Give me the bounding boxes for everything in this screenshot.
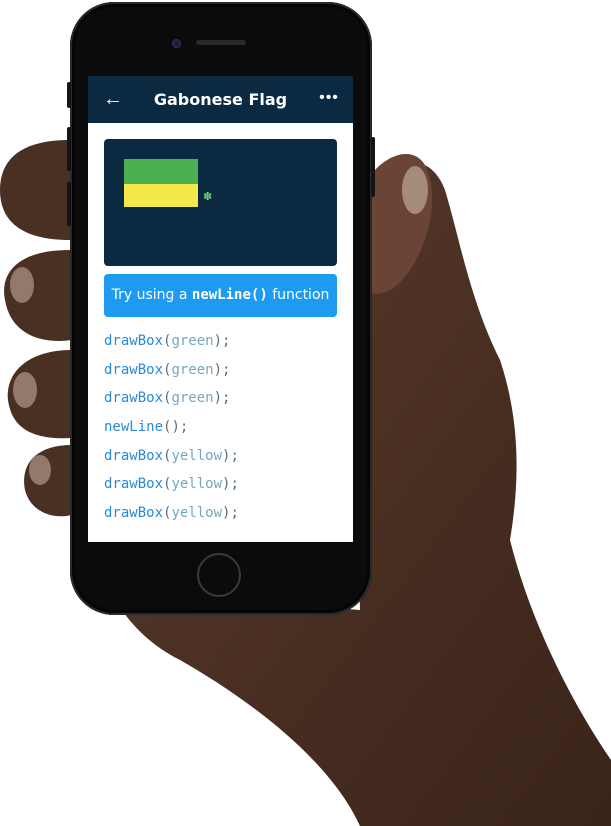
- earpiece-speaker: [196, 40, 246, 45]
- code-argument: green: [171, 333, 214, 349]
- code-close: );: [222, 476, 239, 493]
- header-bar: ← Gabonese Flag •••: [88, 76, 353, 123]
- code-function: drawBox: [104, 505, 164, 522]
- power-button: [371, 137, 375, 197]
- volume-down-button: [67, 182, 71, 226]
- code-function: newLine: [104, 419, 164, 436]
- hint-button[interactable]: Try using a newLine() function: [104, 274, 337, 317]
- code-list: drawBox(green); drawBox(green); drawBox(…: [104, 327, 344, 528]
- code-close: );: [213, 361, 231, 378]
- code-line[interactable]: drawBox(green);: [104, 356, 344, 385]
- home-button[interactable]: [197, 553, 241, 597]
- code-argument: yellow: [171, 505, 223, 522]
- hint-prefix: Try using a: [111, 287, 192, 303]
- code-argument: green: [171, 390, 214, 407]
- code-line[interactable]: drawBox(green);: [104, 327, 344, 356]
- code-argument: yellow: [171, 476, 223, 493]
- code-function: drawBox: [104, 361, 164, 378]
- code-close: );: [213, 390, 231, 407]
- green-stripe: [124, 159, 198, 184]
- flag-canvas: ✽: [104, 139, 337, 266]
- yellow-stripe: [124, 184, 198, 207]
- hint-code: newLine(): [191, 287, 268, 303]
- volume-up-button: [67, 127, 71, 171]
- arrow-left-icon[interactable]: ←: [102, 88, 124, 110]
- code-line[interactable]: drawBox(yellow);: [104, 442, 344, 471]
- code-line[interactable]: newLine();: [104, 413, 344, 442]
- front-camera: [172, 39, 181, 48]
- code-line[interactable]: drawBox(yellow);: [104, 470, 344, 499]
- code-close: );: [222, 447, 239, 464]
- code-close: );: [213, 333, 231, 349]
- more-icon[interactable]: •••: [315, 88, 343, 110]
- page-title: Gabonese Flag: [153, 90, 288, 109]
- code-line[interactable]: drawBox(green);: [104, 384, 344, 413]
- app-screen: ← Gabonese Flag ••• ✽ Try using a newLin…: [88, 76, 353, 542]
- code-argument: yellow: [171, 447, 223, 464]
- hint-suffix: function: [267, 287, 330, 303]
- code-argument: green: [171, 361, 214, 378]
- code-function: drawBox: [104, 333, 164, 349]
- code-function: drawBox: [104, 390, 164, 407]
- code-close: );: [222, 505, 239, 522]
- bug-icon: ✽: [203, 191, 213, 203]
- mute-switch: [67, 82, 71, 108]
- code-close: );: [171, 419, 189, 436]
- code-function: drawBox: [104, 447, 164, 464]
- code-line[interactable]: drawBox(yellow);: [104, 499, 344, 528]
- code-function: drawBox: [104, 476, 164, 493]
